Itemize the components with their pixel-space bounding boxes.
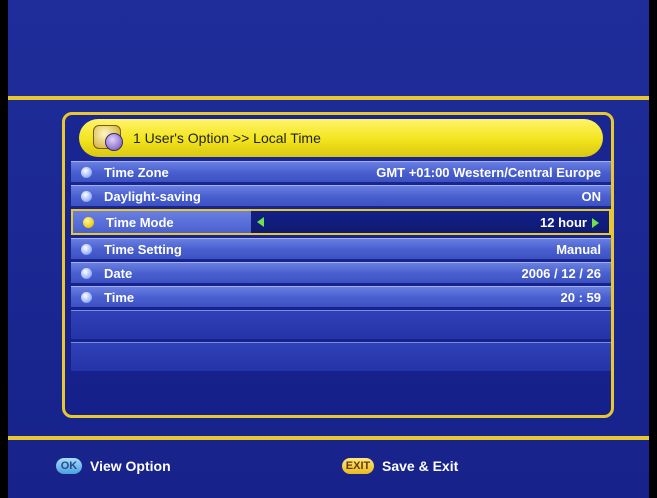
row-value: 20 : 59: [560, 289, 601, 305]
arrow-right-icon[interactable]: [592, 218, 599, 229]
settings-list: Time Zone GMT +01:00 Western/Central Eur…: [71, 161, 611, 374]
bottom-divider: [8, 436, 649, 440]
menu-panel: 1 User's Option >> Local Time Time Zone …: [62, 112, 614, 418]
row-label: Time Zone: [104, 164, 169, 180]
row-label: Time Mode: [106, 214, 174, 230]
bullet-icon: [81, 267, 92, 279]
row-value: 2006 / 12 / 26: [521, 265, 601, 281]
bullet-icon: [81, 166, 92, 178]
row-date[interactable]: Date 2006 / 12 / 26: [71, 262, 611, 283]
footer-bar: OK View Option EXIT Save & Exit: [0, 446, 657, 486]
row-time-zone[interactable]: Time Zone GMT +01:00 Western/Central Eur…: [71, 161, 611, 182]
row-time[interactable]: Time 20 : 59: [71, 286, 611, 307]
bullet-icon: [81, 243, 92, 255]
letterbox-left: [0, 0, 8, 498]
tv-screen: 1 User's Option >> Local Time Time Zone …: [0, 0, 657, 498]
row-empty: [71, 310, 611, 339]
row-label: Time: [104, 289, 135, 305]
ok-button-icon[interactable]: OK: [56, 458, 82, 474]
ok-label: View Option: [90, 458, 171, 474]
row-value: GMT +01:00 Western/Central Europe: [376, 164, 601, 180]
row-value: 12 hour: [540, 214, 587, 230]
row-time-mode[interactable]: Time Mode 12 hour: [71, 209, 611, 235]
bullet-icon: [81, 190, 92, 202]
bullet-icon: [81, 291, 92, 303]
menu-header: 1 User's Option >> Local Time: [79, 119, 603, 157]
row-label: Date: [104, 265, 133, 281]
row-value-wrap: 12 hour: [540, 215, 599, 230]
exit-label: Save & Exit: [382, 458, 459, 474]
row-value: ON: [581, 188, 602, 204]
arrow-left-icon[interactable]: [257, 217, 264, 227]
row-daylight-saving[interactable]: Daylight-saving ON: [71, 185, 611, 206]
row-empty: [71, 342, 611, 371]
row-value: Manual: [556, 241, 601, 257]
row-label: Time Setting: [104, 241, 182, 257]
letterbox-right: [649, 0, 657, 498]
bullet-icon: [83, 216, 94, 228]
exit-button-icon[interactable]: EXIT: [342, 458, 374, 474]
row-label: Daylight-saving: [104, 188, 201, 204]
breadcrumb: 1 User's Option >> Local Time: [133, 130, 321, 146]
user-option-icon: [93, 125, 123, 151]
top-divider: [8, 96, 649, 100]
row-time-setting[interactable]: Time Setting Manual: [71, 238, 611, 259]
